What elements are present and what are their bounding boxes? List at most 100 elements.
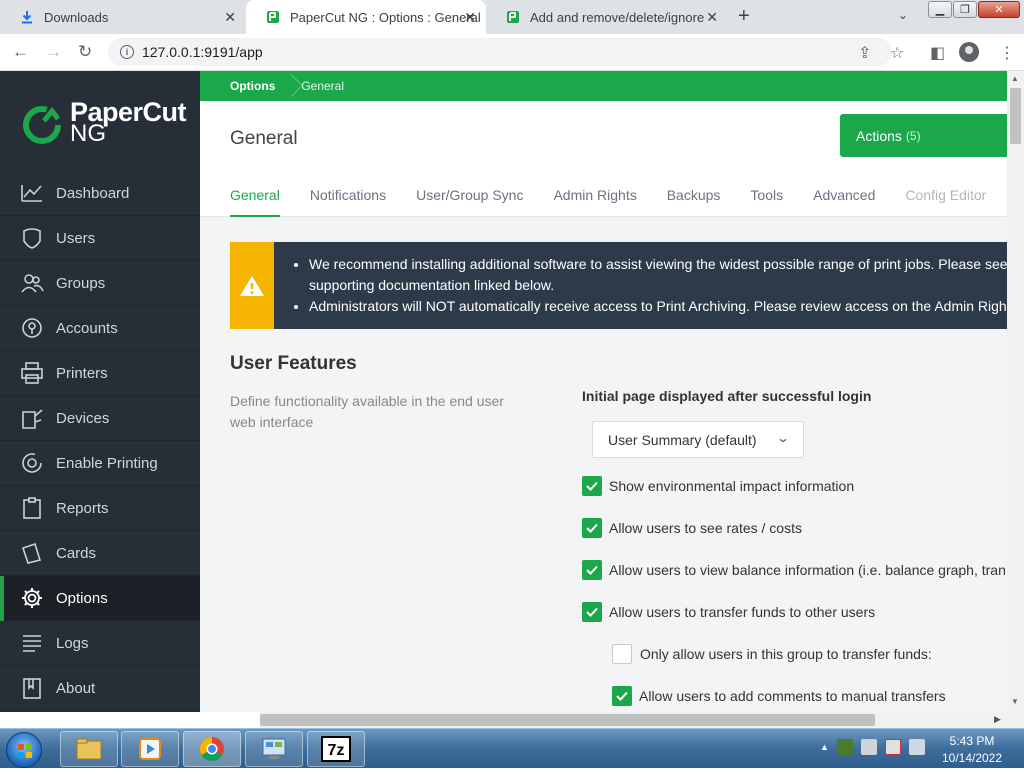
minimize-window-icon[interactable]: ▁ bbox=[928, 1, 952, 18]
windows-taskbar: 7z ▲ 5:43 PM 10/14/2022 bbox=[0, 728, 1024, 768]
tab-user-group-sync[interactable]: User/Group Sync bbox=[416, 181, 523, 217]
printer-icon bbox=[20, 361, 44, 385]
new-tab-icon[interactable]: + bbox=[738, 5, 750, 28]
windows-start-button[interactable] bbox=[6, 732, 42, 768]
option-comments-manual-transfers[interactable]: Allow users to add comments to manual tr… bbox=[612, 686, 946, 706]
browser-menu-icon[interactable]: ⋮ bbox=[999, 43, 1015, 63]
restore-window-icon[interactable]: ❐ bbox=[953, 1, 977, 18]
page-title: General bbox=[230, 128, 298, 149]
sidebar-item-enable-printing[interactable]: Enable Printing bbox=[0, 441, 200, 486]
option-transfer-funds[interactable]: Allow users to transfer funds to other u… bbox=[582, 602, 875, 622]
papercut-favicon bbox=[506, 10, 520, 24]
checkbox-checked[interactable] bbox=[582, 476, 602, 496]
breadcrumb-options-link[interactable]: Options bbox=[200, 79, 285, 93]
share-icon[interactable]: ⇪ bbox=[858, 43, 871, 63]
tab-notifications[interactable]: Notifications bbox=[310, 181, 386, 217]
reload-icon[interactable]: ↻ bbox=[78, 42, 92, 62]
sidebar-item-reports[interactable]: Reports bbox=[0, 486, 200, 531]
section-description: Define functionality available in the en… bbox=[230, 393, 504, 430]
checkbox-checked[interactable] bbox=[582, 518, 602, 538]
warning-triangle-icon bbox=[230, 242, 274, 329]
system-tray: ▲ bbox=[820, 739, 925, 755]
vertical-scrollbar[interactable]: ▲ ▼ bbox=[1007, 71, 1024, 712]
action-center-icon[interactable] bbox=[884, 739, 901, 755]
browser-tab-downloads[interactable]: Downloads ✕ bbox=[0, 0, 246, 34]
site-info-icon[interactable]: i bbox=[120, 45, 134, 59]
sidebar-item-logs[interactable]: Logs bbox=[0, 621, 200, 666]
checkbox-checked[interactable] bbox=[612, 686, 632, 706]
option-show-environmental-impact[interactable]: Show environmental impact information bbox=[582, 476, 854, 496]
volume-icon[interactable] bbox=[908, 739, 925, 755]
close-window-icon[interactable]: ✕ bbox=[978, 1, 1020, 18]
back-arrow-icon[interactable]: ← bbox=[12, 42, 29, 62]
initial-page-select[interactable]: User Summary (default) ⌄ bbox=[592, 421, 804, 458]
file-explorer-taskbar-icon[interactable] bbox=[60, 731, 118, 767]
close-tab-icon[interactable]: ✕ bbox=[706, 9, 718, 26]
tab-admin-rights[interactable]: Admin Rights bbox=[553, 181, 636, 217]
clock-time: 5:43 PM bbox=[949, 734, 995, 748]
sidebar-item-options[interactable]: Options bbox=[0, 576, 200, 621]
alert-message-2: Administrators will NOT automatically re… bbox=[309, 296, 1007, 317]
scroll-right-arrow-icon[interactable]: ▶ bbox=[994, 714, 1001, 725]
chrome-taskbar-icon[interactable] bbox=[183, 731, 241, 767]
alert-message-1: We recommend installing additional softw… bbox=[309, 254, 1007, 296]
show-hidden-icons-arrow-icon[interactable]: ▲ bbox=[820, 742, 829, 752]
papercut-favicon bbox=[266, 10, 280, 24]
forward-arrow-icon[interactable]: → bbox=[45, 42, 62, 62]
checkbox-checked[interactable] bbox=[582, 560, 602, 580]
sidebar-item-dashboard[interactable]: Dashboard bbox=[0, 171, 200, 216]
sidebar-item-about[interactable]: About bbox=[0, 666, 200, 711]
tab-advanced[interactable]: Advanced bbox=[813, 181, 875, 217]
users-icon bbox=[20, 226, 44, 250]
actions-count-badge: (5) bbox=[905, 128, 921, 143]
7zip-taskbar-icon[interactable]: 7z bbox=[307, 731, 365, 767]
checkbox-checked[interactable] bbox=[582, 602, 602, 622]
network-icon[interactable] bbox=[860, 739, 877, 755]
page-header: General Actions (5) General Notification… bbox=[200, 101, 1007, 217]
logs-icon bbox=[20, 631, 44, 655]
clock-date: 10/14/2022 bbox=[941, 751, 1003, 765]
side-panel-icon[interactable]: ◧ bbox=[930, 43, 945, 63]
browser-tab-papercut-general[interactable]: PaperCut NG : Options : General ✕ bbox=[246, 0, 486, 34]
scroll-down-arrow-icon[interactable]: ▼ bbox=[1011, 697, 1019, 706]
profile-avatar-icon[interactable] bbox=[959, 42, 979, 62]
actions-button[interactable]: Actions (5) bbox=[840, 114, 1007, 157]
control-panel-taskbar-icon[interactable] bbox=[245, 731, 303, 767]
sidebar-item-printers[interactable]: Printers bbox=[0, 351, 200, 396]
browser-tab-strip: Downloads ✕ PaperCut NG : Options : Gene… bbox=[0, 0, 1024, 34]
checkbox-unchecked[interactable] bbox=[612, 644, 632, 664]
url-text: 127.0.0.1:9191/app bbox=[142, 44, 263, 60]
tray-app-icon[interactable] bbox=[836, 739, 853, 755]
tab-backups[interactable]: Backups bbox=[667, 181, 721, 217]
sidebar-item-cards[interactable]: Cards bbox=[0, 531, 200, 576]
sidebar-item-devices[interactable]: Devices bbox=[0, 396, 200, 441]
media-player-taskbar-icon[interactable] bbox=[121, 731, 179, 767]
option-view-balance-information[interactable]: Allow users to view balance information … bbox=[582, 560, 1006, 580]
browser-tab-add-remove[interactable]: Add and remove/delete/ignore p ✕ bbox=[486, 0, 728, 34]
option-see-rates-costs[interactable]: Allow users to see rates / costs bbox=[582, 518, 802, 538]
tab-general[interactable]: General bbox=[230, 181, 280, 217]
gear-icon bbox=[20, 586, 44, 610]
vertical-scroll-thumb[interactable] bbox=[1010, 88, 1021, 144]
sidebar-item-groups[interactable]: Groups bbox=[0, 261, 200, 306]
sidebar-item-users[interactable]: Users bbox=[0, 216, 200, 261]
horizontal-scroll-thumb[interactable] bbox=[260, 714, 875, 726]
address-bar[interactable]: i 127.0.0.1:9191/app bbox=[108, 38, 892, 66]
option-only-group-transfer[interactable]: Only allow users in this group to transf… bbox=[612, 644, 932, 664]
sidebar-item-accounts[interactable]: Accounts bbox=[0, 306, 200, 351]
tab-search-chevron-icon[interactable]: ⌄ bbox=[898, 8, 908, 22]
sidebar-nav: Dashboard Users Groups Accounts Printers… bbox=[0, 171, 200, 711]
tab-tools[interactable]: Tools bbox=[750, 181, 783, 217]
papercut-logo-mark-icon bbox=[20, 101, 64, 145]
taskbar-clock[interactable]: 5:43 PM 10/14/2022 bbox=[932, 733, 1012, 767]
scroll-up-arrow-icon[interactable]: ▲ bbox=[1011, 74, 1019, 83]
tab-config-editor[interactable]: Config Editor bbox=[905, 181, 986, 217]
close-tab-icon[interactable]: ✕ bbox=[464, 9, 476, 26]
papercut-logo[interactable]: PaperCut NG bbox=[20, 99, 187, 146]
horizontal-scrollbar[interactable]: ▶ bbox=[0, 712, 1024, 728]
groups-icon bbox=[20, 271, 44, 295]
svg-text:7z: 7z bbox=[328, 742, 345, 759]
reports-icon bbox=[20, 496, 44, 520]
close-tab-icon[interactable]: ✕ bbox=[224, 9, 236, 26]
bookmark-star-icon[interactable]: ☆ bbox=[890, 43, 904, 63]
